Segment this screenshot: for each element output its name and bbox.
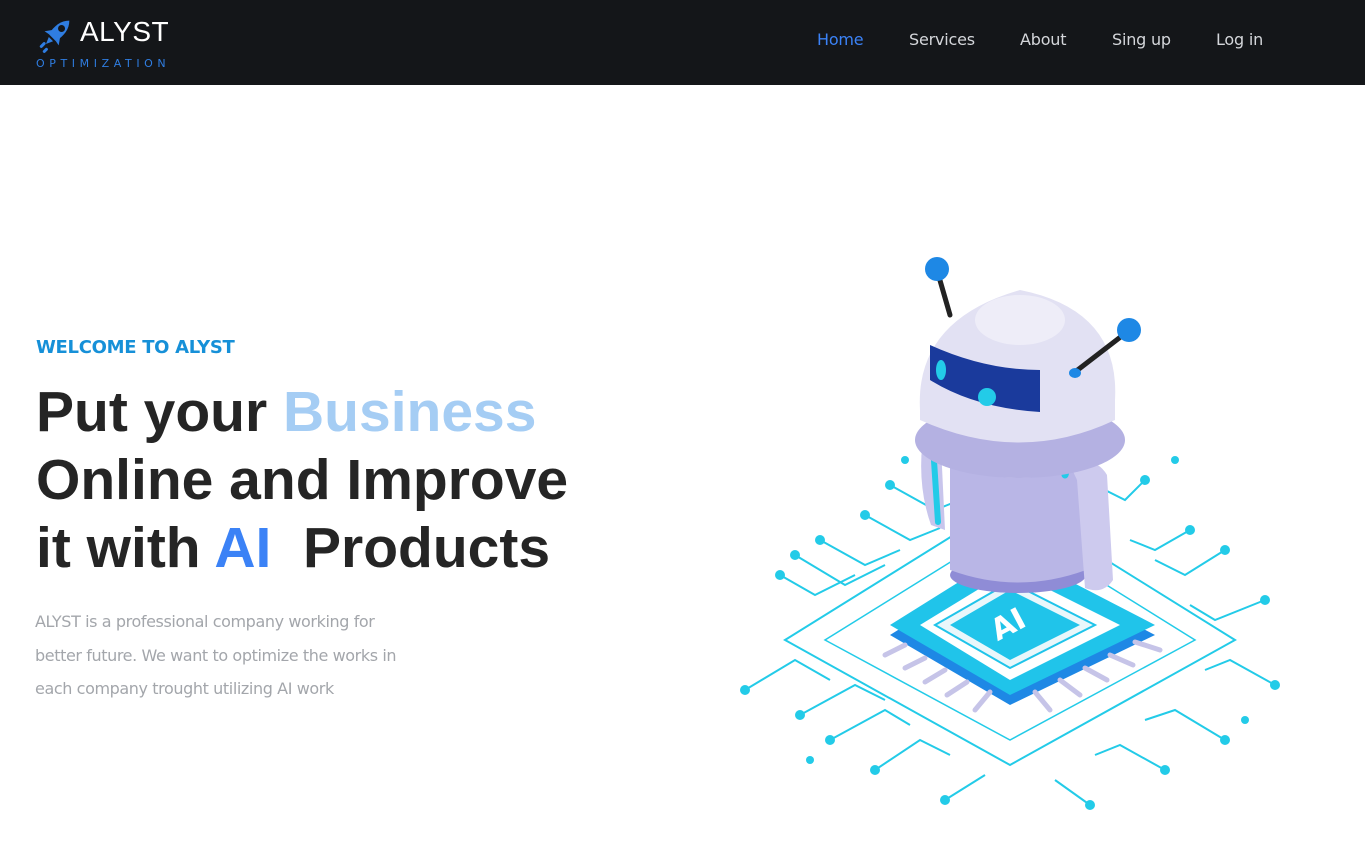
hero-title-text: it with <box>36 516 215 580</box>
hero-description: ALYST is a professional company working … <box>35 605 455 706</box>
nav-link-log-in[interactable]: Log in <box>1216 30 1263 49</box>
nav-link-sign-up[interactable]: Sing up <box>1112 30 1171 49</box>
hero-title-highlight-business: Business <box>283 380 537 444</box>
hero-title-line-3: it with AI Products <box>36 514 636 582</box>
nav-link-home[interactable]: Home <box>817 30 864 49</box>
hero-title-line-1: Put your Business <box>36 378 636 446</box>
hero-title-text: Put your <box>36 380 284 444</box>
main-nav: Home Services About Sing up Log in <box>0 30 1365 54</box>
hero-title-text: Products <box>271 516 551 580</box>
brand-tagline: OPTIMIZATION <box>36 57 171 70</box>
ai-robot-chip-illustration: AI <box>740 257 1280 810</box>
hero-description-line: better future. We want to optimize the w… <box>35 645 397 665</box>
nav-link-services[interactable]: Services <box>909 30 975 49</box>
hero-description-line: ALYST is a professional company working … <box>35 612 375 631</box>
hero-title-line-2: Online and Improve <box>36 448 569 512</box>
nav-link-about[interactable]: About <box>1020 30 1067 49</box>
hero-kicker: WELCOME TO ALYST <box>36 337 235 358</box>
hero-title-highlight-ai: AI <box>214 516 272 580</box>
hero-description-line: each company trought utilizing AI work <box>35 679 334 698</box>
hero-title: Put your Business Online and Improve it … <box>36 378 636 582</box>
top-navbar: ALYST OPTIMIZATION Home Services About S… <box>0 0 1365 85</box>
